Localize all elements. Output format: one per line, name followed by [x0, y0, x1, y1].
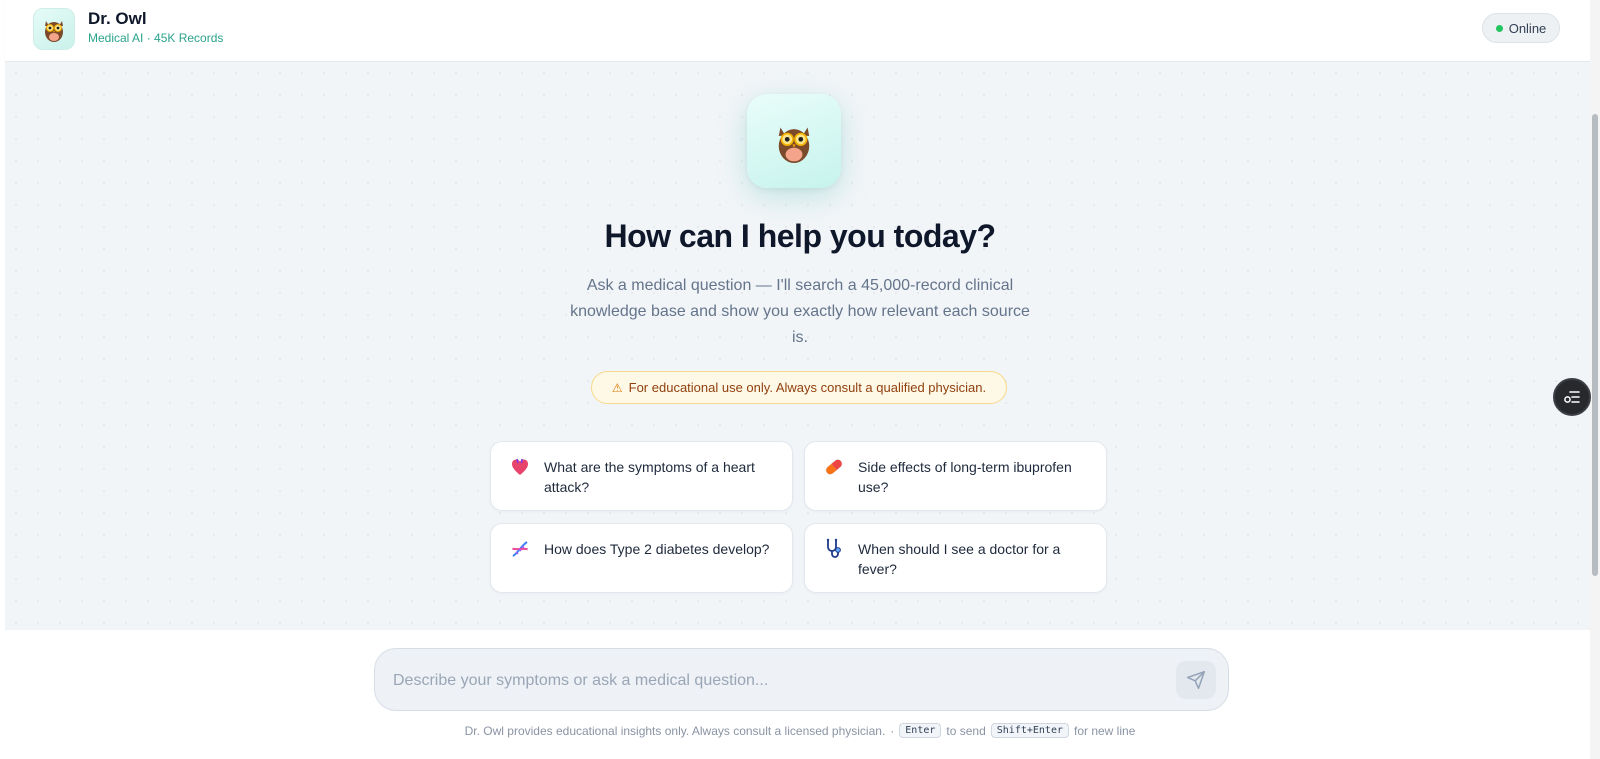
online-dot-icon: [1495, 24, 1503, 32]
send-button[interactable]: [1176, 661, 1216, 699]
footer-separator: ·: [890, 723, 895, 738]
suggestion-card-heart-attack[interactable]: What are the symptoms of a heart attack?: [490, 441, 793, 511]
pill-icon: [823, 456, 845, 478]
hero-description: Ask a medical question — I'll search a 4…: [570, 277, 1030, 346]
status-badge: Online: [1482, 13, 1560, 43]
owl-icon: [747, 94, 841, 188]
dna-icon: [509, 538, 531, 560]
message-input[interactable]: [393, 667, 1153, 695]
scrollbar-thumb[interactable]: [1592, 114, 1598, 576]
app-title: Dr. Owl: [88, 9, 147, 28]
message-composer: [374, 648, 1229, 711]
status-label: Online: [1508, 20, 1547, 36]
suggestion-card-ibuprofen[interactable]: Side effects of long-term ibuprofen use?: [804, 441, 1107, 511]
stethoscope-icon: [823, 538, 845, 560]
suggestion-text: Side effects of long-term ibuprofen use?: [858, 459, 1072, 495]
send-icon: [1186, 670, 1206, 690]
footer-note: Dr. Owl provides educational insights on…: [0, 723, 1600, 738]
owl-icon: [33, 8, 75, 50]
top-bar: Dr. Owl Medical AI · 45K Records Online: [5, 0, 1590, 62]
suggestion-text: When should I see a doctor for a fever?: [858, 541, 1061, 577]
warning-icon: ⚠: [611, 380, 623, 395]
disclaimer-text: For educational use only. Always consult…: [628, 380, 987, 395]
suggestion-card-fever[interactable]: When should I see a doctor for a fever?: [804, 523, 1107, 593]
suggestion-text: How does Type 2 diabetes develop?: [544, 541, 770, 557]
shift-enter-key-hint: Shift+Enter: [990, 723, 1069, 738]
list-settings-icon: [1564, 391, 1580, 403]
floating-menu-button[interactable]: [1553, 378, 1591, 416]
send-hint-text: to send: [946, 723, 986, 738]
footer-disclaimer: Dr. Owl provides educational insights on…: [464, 723, 886, 738]
suggestion-text: What are the symptoms of a heart attack?: [544, 459, 755, 495]
enter-key-hint: Enter: [899, 723, 942, 738]
disclaimer-banner: ⚠ For educational use only. Always consu…: [591, 371, 1007, 404]
hero-title: How can I help you today?: [604, 218, 996, 254]
suggestion-card-diabetes[interactable]: How does Type 2 diabetes develop?: [490, 523, 793, 593]
app-subtitle: Medical AI · 45K Records: [88, 31, 224, 45]
anatomical-heart-icon: [509, 456, 531, 478]
newline-hint-text: for new line: [1074, 723, 1136, 738]
